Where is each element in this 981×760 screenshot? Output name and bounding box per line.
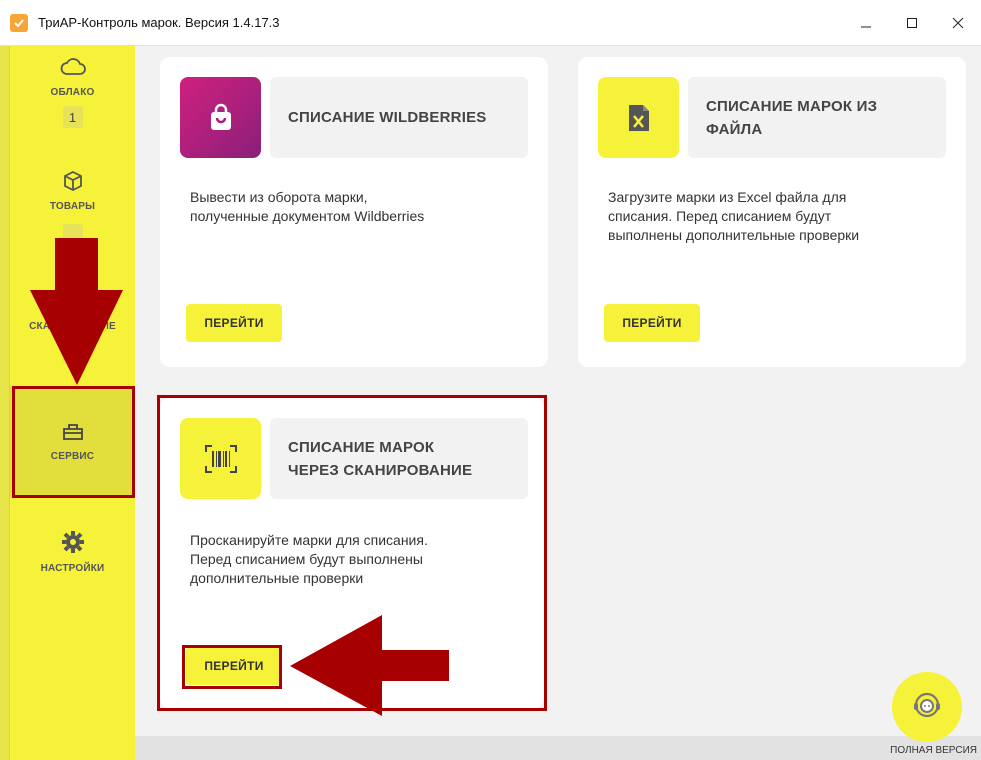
description-line: выполнены дополнительные проверки: [608, 227, 860, 243]
excel-file-icon: [598, 77, 679, 158]
shopping-bag-icon: [180, 77, 261, 158]
card-title-box: СПИСАНИЕ WILDBERRIES: [270, 77, 528, 158]
sidebar-item-label: ТОВАРЫ: [49, 201, 96, 212]
box-icon: [62, 170, 84, 197]
support-icon: [913, 691, 941, 724]
card-title-line: ФАЙЛА: [706, 120, 763, 138]
sidebar-item-label: ОБЛАКО: [50, 87, 95, 98]
version-status: ПОЛНАЯ ВЕРСИЯ: [890, 745, 977, 756]
card-wildberries: СПИСАНИЕ WILDBERRIES Вывести из оборота …: [160, 57, 548, 367]
window-title: ТриАР-Контроль марок. Версия 1.4.17.3: [38, 15, 280, 30]
count-badge: 1: [62, 106, 83, 128]
sidebar-item-scan[interactable]: СКАНИРОВАНИЕ: [10, 290, 135, 370]
title-bar: ТриАР-Контроль марок. Версия 1.4.17.3: [0, 0, 981, 46]
sidebar-item-cloud[interactable]: ОБЛАКО 1: [10, 56, 135, 156]
cloud-icon: [60, 56, 86, 83]
scan-icon: [62, 290, 84, 317]
highlight-service-nav: [12, 386, 135, 498]
minimize-icon[interactable]: [843, 0, 889, 46]
sidebar-edge: [0, 46, 10, 760]
checkmark-icon: [10, 13, 28, 32]
description-line: Вывести из оборота марки,: [190, 189, 368, 205]
card-description: Вывести из оборота марки, полученные док…: [190, 188, 424, 226]
highlight-go-button: [182, 645, 282, 689]
go-button[interactable]: ПЕРЕЙТИ: [604, 304, 700, 342]
sidebar-item-goods[interactable]: ТОВАРЫ: [10, 170, 135, 240]
sidebar-item-label: НАСТРОЙКИ: [40, 563, 105, 574]
count-badge: [62, 224, 83, 240]
card-description: Загрузите марки из Excel файла для списа…: [608, 188, 859, 245]
description-line: Загрузите марки из Excel файла для: [608, 189, 847, 205]
go-button[interactable]: ПЕРЕЙТИ: [186, 304, 282, 342]
sidebar-item-label: СКАНИРОВАНИЕ: [29, 321, 116, 332]
close-icon[interactable]: [935, 0, 981, 46]
card-title-box: СПИСАНИЕ МАРОК ИЗ ФАЙЛА: [688, 77, 946, 158]
card-title: СПИСАНИЕ МАРОК ИЗ ФАЙЛА: [706, 95, 877, 141]
maximize-icon[interactable]: [889, 0, 935, 46]
description-line: полученные документом Wildberries: [190, 208, 425, 224]
support-button[interactable]: [892, 672, 962, 742]
card-title-line: СПИСАНИЕ МАРОК ИЗ: [706, 97, 878, 115]
sidebar-item-settings[interactable]: НАСТРОЙКИ: [10, 530, 135, 590]
gear-icon: [61, 530, 85, 559]
description-line: списания. Перед списанием будут: [608, 208, 832, 224]
card-file: СПИСАНИЕ МАРОК ИЗ ФАЙЛА Загрузите марки …: [578, 57, 966, 367]
status-bar: ПОЛНАЯ ВЕРСИЯ: [135, 736, 981, 760]
count-badge: [62, 342, 83, 364]
card-title: СПИСАНИЕ WILDBERRIES: [288, 109, 487, 126]
